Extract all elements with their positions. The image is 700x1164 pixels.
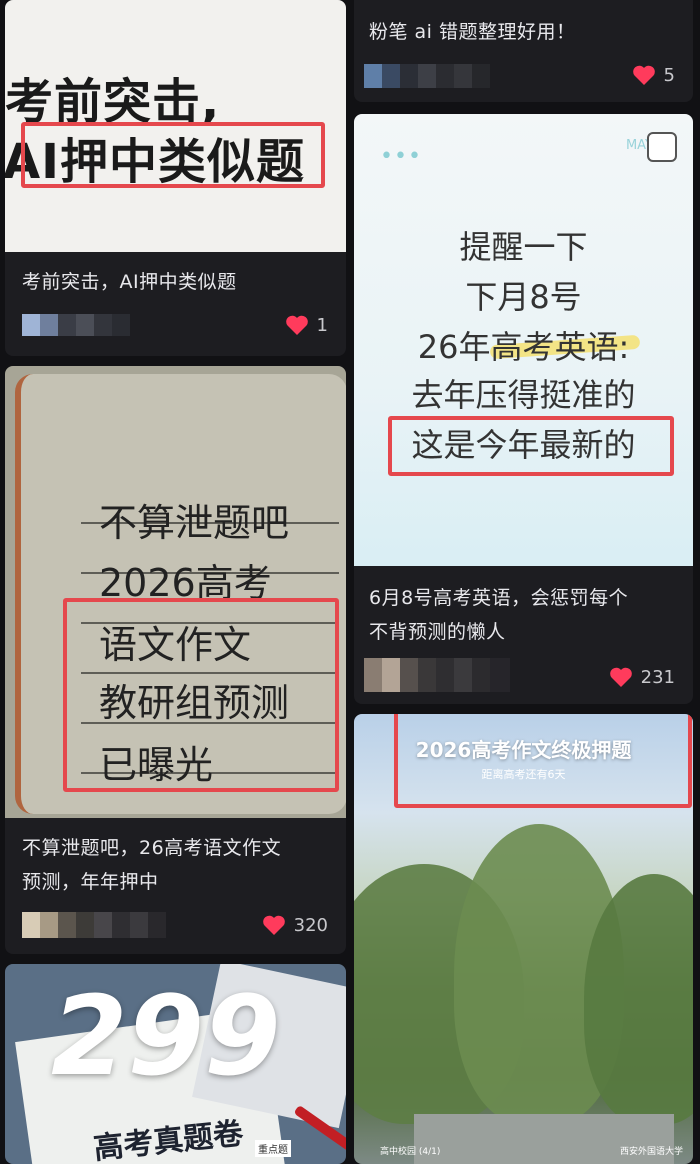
like-button[interactable]: 231 xyxy=(609,666,675,688)
like-count: 5 xyxy=(663,64,675,86)
note-card-english-prediction[interactable]: ••• MAY 提醒一下 下月8号 26年高考英语: 去年压得挺准的 这是今年最… xyxy=(354,114,693,704)
note-title: 考前突击，AI押中类似题 xyxy=(22,271,237,293)
author-avatar-blurred[interactable] xyxy=(22,314,130,336)
note-title-line2: 不背预测的懒人 xyxy=(369,621,506,643)
like-button[interactable]: 5 xyxy=(632,64,675,86)
highlight-box xyxy=(388,416,674,476)
cover-line-1: 提醒一下 xyxy=(459,228,588,266)
author-avatar-blurred[interactable] xyxy=(364,64,490,88)
note-card-essay-final[interactable]: 2026高考作文终极押题 距离高考还有6天 高中校园 (4/1) 西安外国语大学 xyxy=(354,714,693,1164)
like-button[interactable]: 320 xyxy=(262,914,328,936)
cover-line-2: 下月8号 xyxy=(465,278,582,316)
like-count: 231 xyxy=(640,666,675,688)
cover-footer-left: 高中校园 (4/1) xyxy=(380,1147,441,1157)
note-card-exam-papers[interactable]: 299 高考真题卷 重点题 xyxy=(5,964,346,1164)
note-title-line1: 不算泄题吧，26高考语文作文 xyxy=(22,837,282,859)
heart-icon xyxy=(262,915,285,935)
cover-title: 2026高考作文终极押题 xyxy=(415,738,632,762)
note-card-ai-exam[interactable]: 考前突击, AI押中类似题 考前突击，AI押中类似题 1 xyxy=(5,0,346,356)
author-avatar-blurred[interactable] xyxy=(364,658,510,692)
note-title-line1: 6月8号高考英语，会惩罚每个 xyxy=(369,587,629,609)
note-cover: 2026高考作文终极押题 距离高考还有6天 高中校园 (4/1) 西安外国语大学 xyxy=(354,714,693,1164)
highlight-box xyxy=(21,122,325,188)
highlight-box xyxy=(63,598,339,792)
note-cover: 考前突击, AI押中类似题 xyxy=(5,0,346,252)
cover-line-4: 去年压得挺准的 xyxy=(411,376,636,414)
cover-big-number: 299 xyxy=(51,972,281,1100)
cover-tag: 重点题 xyxy=(255,1140,291,1157)
dots-icon: ••• xyxy=(380,144,422,169)
note-title: 粉笔 ai 错题整理好用！ xyxy=(369,21,576,43)
heart-icon xyxy=(632,65,655,85)
note-cover: 299 高考真题卷 重点题 xyxy=(5,964,346,1164)
note-card-fenbi-ai[interactable]: 粉笔 ai 错题整理好用！ 5 xyxy=(354,0,693,102)
cover-line-3: 26年高考英语: xyxy=(417,328,630,366)
note-cover: ••• MAY 提醒一下 下月8号 26年高考英语: 去年压得挺准的 这是今年最… xyxy=(354,114,693,566)
note-title-line2: 预测，年年押中 xyxy=(22,871,159,893)
author-avatar-blurred[interactable] xyxy=(22,912,166,938)
heart-icon xyxy=(609,667,632,687)
like-count: 1 xyxy=(316,314,328,336)
bag-icon xyxy=(647,132,677,162)
cover-subtitle: 距离高考还有6天 xyxy=(481,768,566,781)
note-card-chinese-essay[interactable]: 不算泄题吧 2026高考 语文作文 教研组预测 已曝光 不算泄题吧，26高考语文… xyxy=(5,366,346,954)
like-button[interactable]: 1 xyxy=(285,314,328,336)
like-count: 320 xyxy=(293,914,328,936)
note-cover: 不算泄题吧 2026高考 语文作文 教研组预测 已曝光 xyxy=(5,366,346,818)
heart-icon xyxy=(285,315,308,335)
handwritten-line-1: 不算泄题吧 xyxy=(99,501,290,545)
cover-footer-right: 西安外国语大学 xyxy=(619,1147,683,1157)
